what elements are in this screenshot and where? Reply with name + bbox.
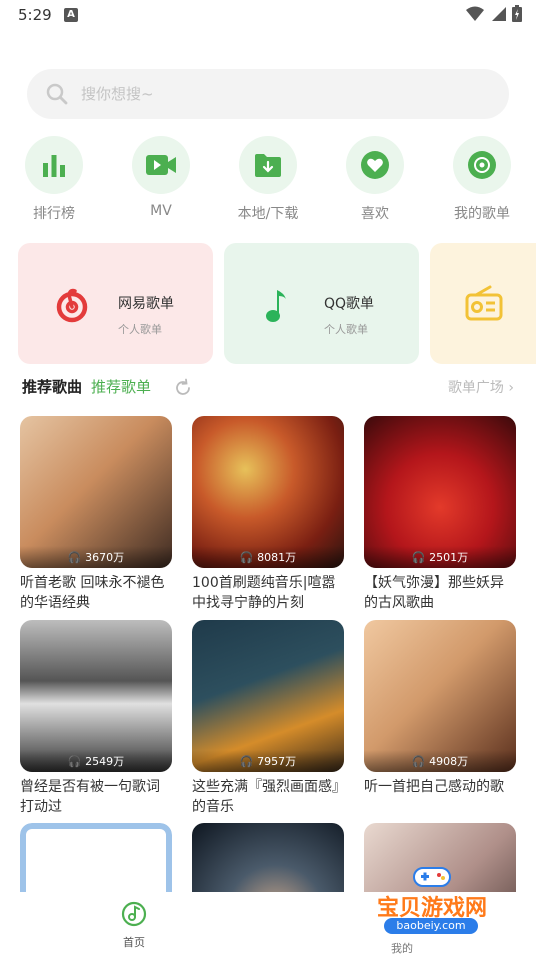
quick-nav-ranking[interactable]: 排行榜 (0, 136, 108, 223)
quick-nav-like[interactable]: 喜欢 (321, 136, 429, 223)
watermark-logo: 宝贝游戏网 baobeiy.com (362, 862, 502, 952)
playlist-source-cards: 网易歌单 个人歌单 QQ歌单 个人歌单 (0, 243, 536, 365)
playlist-cover (192, 823, 344, 892)
search-bar[interactable]: 搜你想搜~ (27, 69, 509, 119)
play-count: 🎧 7957万 (192, 750, 344, 772)
quick-nav-label: 我的歌单 (454, 206, 510, 222)
heart-icon (361, 151, 389, 179)
ranking-icon-circle (25, 136, 83, 194)
bar-chart-icon (43, 155, 65, 177)
playlist-cover: 🎧 2501万 (364, 416, 516, 568)
tab-recommend-songs[interactable]: 推荐歌曲 (22, 376, 82, 397)
playlist-tile[interactable]: 🎧 2501万 【妖气弥漫】那些妖异的古风歌曲 (364, 416, 516, 613)
playlist-tile[interactable]: 🎧 2549万 曾经是否有被一句歌词打动过 (20, 620, 172, 817)
signal-icon (492, 6, 506, 21)
tab-recommend-playlists[interactable]: 推荐歌单 (91, 376, 151, 397)
home-disc-icon (121, 901, 147, 927)
quick-nav-label: 本地/下载 (237, 206, 299, 222)
playlist-square-link[interactable]: 歌单广场 › (448, 377, 514, 397)
playlist-grid: 🎧 3670万 听首老歌 回味永不褪色的华语经典 🎧 8081万 100首刷题纯… (0, 416, 536, 892)
playlist-tile[interactable] (20, 823, 172, 892)
tab-home-label: 首页 (123, 936, 145, 949)
recommend-header: 推荐歌曲 推荐歌单 歌单广场 › (0, 376, 536, 398)
play-count: 🎧 8081万 (192, 546, 344, 568)
disc-icon (468, 151, 496, 179)
tab-home[interactable]: 首页 (112, 900, 156, 950)
wifi-icon (466, 6, 484, 21)
status-time: 5:29 (18, 6, 52, 24)
play-count: 🎧 4908万 (364, 750, 516, 772)
play-count-value: 8081万 (257, 551, 297, 564)
quick-nav: 排行榜 MV 本地/下载 喜欢 我的歌单 (0, 136, 536, 226)
playlist-cover: 🎧 4908万 (364, 620, 516, 772)
qq-playlist-card[interactable]: QQ歌单 个人歌单 (224, 243, 419, 364)
radio-card[interactable] (430, 243, 536, 364)
playlist-title: 曾经是否有被一句歌词打动过 (20, 779, 160, 815)
battery-icon (512, 5, 522, 22)
playlist-cover: 🎧 2549万 (20, 620, 172, 772)
quick-nav-my-playlist[interactable]: 我的歌单 (428, 136, 536, 223)
qq-music-note-icon (266, 290, 286, 322)
playlist-title: 这些充满『强烈画面感』的音乐 (192, 779, 339, 815)
playlist-title: 听一首把自己感动的歌 (364, 779, 504, 795)
radio-icon (465, 285, 503, 321)
notification-a-icon: A (64, 8, 78, 22)
quick-nav-mv[interactable]: MV (107, 136, 215, 219)
playlist-tile[interactable]: 🎧 7957万 这些充满『强烈画面感』的音乐 (192, 620, 344, 817)
playlist-title: 100首刷题纯音乐|喧嚣中找寻宁静的片刻 (192, 575, 336, 611)
card-title: 网易歌单 (118, 296, 174, 312)
play-count-value: 4908万 (429, 755, 469, 768)
gamepad-icon (413, 867, 451, 887)
folder-download-icon (255, 154, 281, 177)
playlist-tile[interactable] (192, 823, 344, 892)
search-input[interactable]: 搜你想搜~ (81, 69, 154, 119)
playlist-tile[interactable]: 🎧 8081万 100首刷题纯音乐|喧嚣中找寻宁静的片刻 (192, 416, 344, 613)
play-count: 🎧 2549万 (20, 750, 172, 772)
playlist-icon-circle (453, 136, 511, 194)
card-subtitle: 个人歌单 (118, 323, 162, 336)
playlist-tile[interactable]: 🎧 3670万 听首老歌 回味永不褪色的华语经典 (20, 416, 172, 613)
quick-nav-label: 喜欢 (361, 206, 389, 222)
refresh-icon[interactable] (173, 378, 193, 398)
play-count-value: 3670万 (85, 551, 125, 564)
playlist-cover: 🎧 3670万 (20, 416, 172, 568)
card-title: QQ歌单 (324, 296, 375, 312)
netease-icon (56, 288, 88, 323)
play-count-value: 7957万 (257, 755, 297, 768)
status-bar: 5:29 A (0, 0, 536, 32)
card-subtitle: 个人歌单 (324, 323, 368, 336)
like-icon-circle (346, 136, 404, 194)
quick-nav-label: MV (150, 203, 172, 219)
play-count: 🎧 2501万 (364, 546, 516, 568)
play-count-value: 2549万 (85, 755, 125, 768)
status-icons (466, 5, 522, 22)
play-count-value: 2501万 (429, 551, 469, 564)
playlist-title: 听首老歌 回味永不褪色的华语经典 (20, 575, 165, 611)
playlist-title: 【妖气弥漫】那些妖异的古风歌曲 (364, 575, 504, 611)
search-icon (46, 83, 68, 105)
quick-nav-local-download[interactable]: 本地/下载 (214, 136, 322, 223)
mv-icon-circle (132, 136, 190, 194)
playlist-cover: 🎧 8081万 (192, 416, 344, 568)
watermark-url: baobeiy.com (384, 918, 478, 934)
video-icon (146, 155, 176, 175)
quick-nav-label: 排行榜 (33, 206, 75, 222)
playlist-cover: 🎧 7957万 (192, 620, 344, 772)
netease-playlist-card[interactable]: 网易歌单 个人歌单 (18, 243, 213, 364)
playlist-tile[interactable]: 🎧 4908万 听一首把自己感动的歌 (364, 620, 516, 817)
playlist-cover (20, 823, 172, 892)
play-count: 🎧 3670万 (20, 546, 172, 568)
local-icon-circle (239, 136, 297, 194)
